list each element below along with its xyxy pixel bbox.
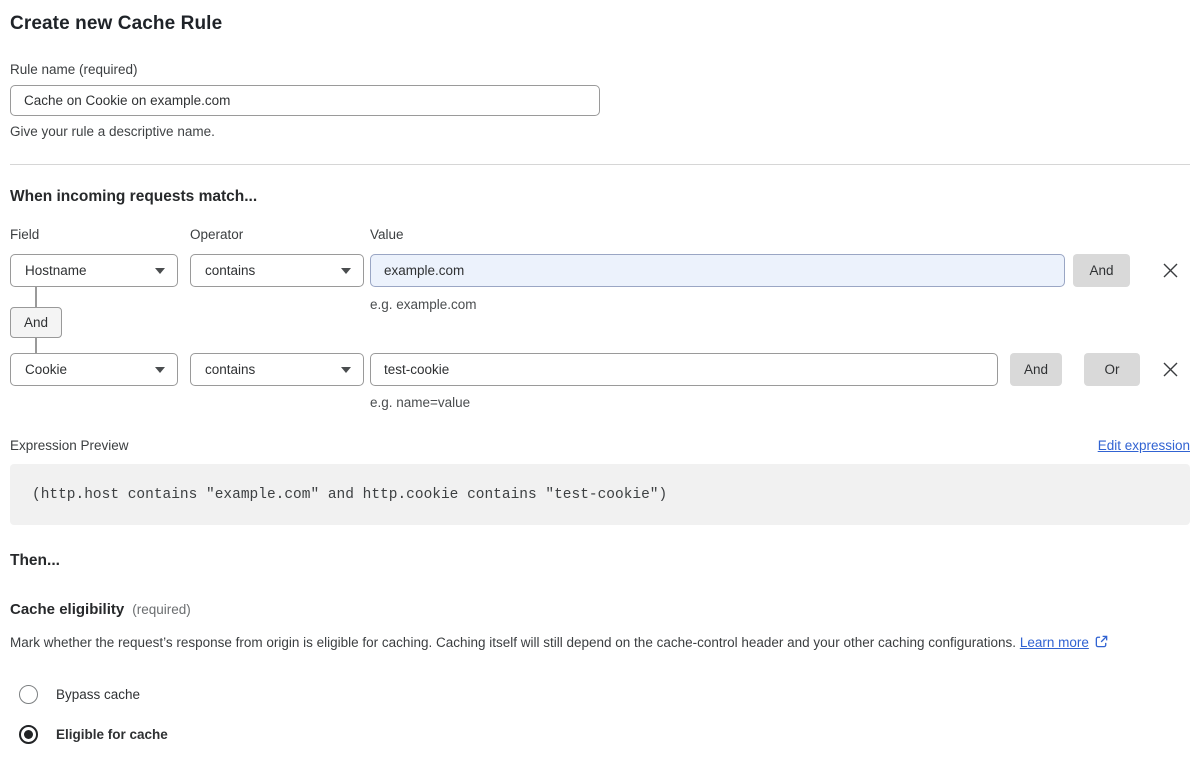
radio-label: Eligible for cache (56, 727, 168, 742)
remove-condition-button-row2[interactable] (1156, 353, 1184, 386)
rule-name-input[interactable] (10, 85, 600, 116)
chevron-down-icon (341, 268, 351, 274)
edit-expression-link[interactable]: Edit expression (1098, 438, 1190, 453)
expression-builder: Field Operator Value Hostname contains A… (10, 227, 1190, 415)
expression-preview-code: (http.host contains "example.com" and ht… (10, 464, 1190, 525)
add-or-condition-button-row2[interactable]: Or (1084, 353, 1140, 386)
operator-select-row2-value: contains (205, 362, 255, 377)
rule-name-help: Give your rule a descriptive name. (10, 124, 1190, 139)
value-hint-row2: e.g. name=value (370, 395, 470, 410)
logic-connector-button[interactable]: And (10, 307, 62, 338)
field-select-row2[interactable]: Cookie (10, 353, 178, 386)
cache-eligibility-heading: Cache eligibility (10, 601, 124, 618)
match-heading: When incoming requests match... (10, 188, 1190, 206)
external-link-icon (1094, 631, 1109, 659)
value-input-row1[interactable] (370, 254, 1065, 287)
create-cache-rule-page: Create new Cache Rule Rule name (require… (0, 13, 1200, 744)
operator-column-label: Operator (190, 227, 243, 242)
section-divider (10, 164, 1190, 165)
chevron-down-icon (155, 367, 165, 373)
radio-option-bypass-cache[interactable]: Bypass cache (10, 685, 1190, 704)
radio-option-eligible-for-cache[interactable]: Eligible for cache (10, 725, 1190, 744)
value-input-row2[interactable] (370, 353, 998, 386)
operator-select-row1[interactable]: contains (190, 254, 364, 287)
page-title: Create new Cache Rule (10, 13, 1190, 35)
operator-select-row1-value: contains (205, 263, 255, 278)
rule-name-label: Rule name (required) (10, 62, 1190, 77)
cache-eligibility-description: Mark whether the request’s response from… (10, 629, 1190, 659)
description-text: Mark whether the request’s response from… (10, 635, 1016, 650)
operator-select-row2[interactable]: contains (190, 353, 364, 386)
chevron-down-icon (341, 367, 351, 373)
field-select-row1-value: Hostname (25, 263, 87, 278)
radio-label: Bypass cache (56, 687, 140, 702)
close-icon (1162, 361, 1179, 378)
expression-preview-label: Expression Preview (10, 438, 129, 453)
chevron-down-icon (155, 268, 165, 274)
value-hint-row1: e.g. example.com (370, 297, 477, 312)
remove-condition-button-row1[interactable] (1156, 254, 1184, 287)
field-column-label: Field (10, 227, 39, 242)
field-select-row1[interactable]: Hostname (10, 254, 178, 287)
add-and-condition-button-row1[interactable]: And (1073, 254, 1130, 287)
then-heading: Then... (10, 552, 1190, 570)
radio-unselected-icon[interactable] (19, 685, 38, 704)
connector-line-top (35, 287, 37, 307)
add-and-condition-button-row2[interactable]: And (1010, 353, 1062, 386)
learn-more-link[interactable]: Learn more (1020, 635, 1089, 650)
close-icon (1162, 262, 1179, 279)
required-note: (required) (132, 602, 191, 617)
radio-selected-icon[interactable] (19, 725, 38, 744)
field-select-row2-value: Cookie (25, 362, 67, 377)
connector-line-bottom (35, 338, 37, 353)
value-column-label: Value (370, 227, 404, 242)
